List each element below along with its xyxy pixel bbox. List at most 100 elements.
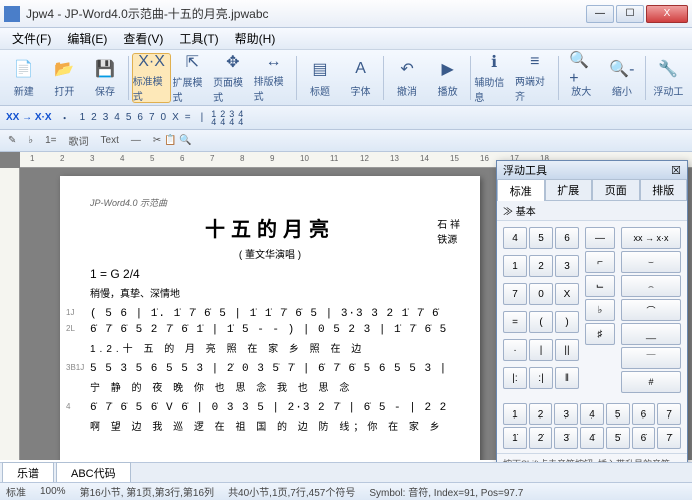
dotkey[interactable]: 1̣: [503, 403, 527, 425]
dotkey[interactable]: 4̇: [580, 427, 604, 449]
float-tool-panel[interactable]: 浮动工具 ☒ 标准扩展页面排版 ≫ 基本 45612370X=()·| |||:…: [496, 160, 688, 476]
rightkey[interactable]: ⌣: [621, 251, 681, 273]
score-page[interactable]: JP-Word4.0 示范曲 十五的月亮 ( 董文华演唱 ) 石 祥 铁源 1 …: [60, 176, 480, 460]
flat-icon[interactable]: ♭: [28, 135, 33, 146]
key-7[interactable]: 7: [503, 283, 527, 305]
score-line[interactable]: 5 5 3 5 6 5 5 3 | 2̇ 0 3 5̇ 7̇ | 6̇ 7̇ 6…: [90, 363, 450, 375]
rightkey[interactable]: ￣: [621, 347, 681, 369]
dotkey[interactable]: 1̇: [503, 427, 527, 449]
lyric-line[interactable]: 1.2.十 五 的 月 亮 照 在 家 乡 照 在 边: [90, 340, 450, 355]
tool-标准模式[interactable]: X·X标准模式: [132, 53, 172, 103]
dotkey[interactable]: 6̣: [632, 403, 656, 425]
rightkey[interactable]: __: [621, 323, 681, 345]
tool-字体[interactable]: A字体: [341, 53, 381, 103]
tool-放大[interactable]: 🔍+放大: [561, 53, 601, 103]
tool-新建[interactable]: 📄新建: [4, 53, 44, 103]
tool-辅助信息[interactable]: ℹ辅助信息: [474, 53, 514, 103]
dotkey[interactable]: 6̇: [632, 427, 656, 449]
dotkey[interactable]: 3̇: [554, 427, 578, 449]
sidekey[interactable]: ♯: [585, 323, 615, 345]
float-tab-扩展[interactable]: 扩展: [545, 179, 593, 201]
num-4[interactable]: 4: [112, 112, 122, 123]
menu-item[interactable]: 帮助(H): [227, 30, 284, 47]
dotkey[interactable]: 2̣: [529, 403, 553, 425]
tool-排版模式[interactable]: ↔排版模式: [254, 53, 294, 103]
num-=[interactable]: =: [183, 112, 193, 123]
menu-item[interactable]: 工具(T): [171, 30, 226, 47]
dotkey[interactable]: 2̇: [529, 427, 553, 449]
key-([interactable]: (: [529, 311, 553, 333]
timesig[interactable]: 14: [211, 110, 216, 126]
float-section-basic[interactable]: ≫ 基本: [497, 201, 687, 221]
tool-撤消[interactable]: ↶撤消: [387, 53, 427, 103]
tool-保存[interactable]: 💾保存: [85, 53, 125, 103]
tool-页面模式[interactable]: ✥页面模式: [213, 53, 253, 103]
num-1[interactable]: 1: [78, 112, 88, 123]
key-‖[interactable]: ‖: [555, 367, 579, 389]
dotkey[interactable]: 7̣: [657, 403, 681, 425]
dotkey[interactable]: 5̇: [606, 427, 630, 449]
dash-button[interactable]: —: [131, 135, 141, 146]
dotkey[interactable]: 7̇: [657, 427, 681, 449]
tool-标题[interactable]: ▤标题: [300, 53, 340, 103]
num-X[interactable]: X: [170, 112, 181, 123]
tool-播放[interactable]: ▶播放: [428, 53, 468, 103]
num-6[interactable]: 6: [135, 112, 145, 123]
timesig[interactable]: 34: [229, 110, 234, 126]
float-close-icon[interactable]: ☒: [671, 164, 681, 177]
close-button[interactable]: X: [646, 5, 688, 23]
tool-缩小[interactable]: 🔍-缩小: [602, 53, 642, 103]
key-·[interactable]: ·: [503, 339, 527, 361]
rightkey[interactable]: ⌢: [621, 275, 681, 297]
score-line[interactable]: ( 5 6 | 1̇. 1̇ 7̇ 6̇ 5 | 1̇ 1̇ 7̇ 6̇ 5 |…: [90, 308, 450, 320]
float-tab-标准[interactable]: 标准: [497, 179, 545, 201]
num-2[interactable]: 2: [89, 112, 99, 123]
rightkey[interactable]: xx → x·x: [621, 227, 681, 249]
menu-item[interactable]: 查看(V): [115, 30, 171, 47]
rightkey[interactable]: #: [621, 371, 681, 393]
key-X[interactable]: X: [555, 283, 579, 305]
key-3[interactable]: 3: [555, 255, 579, 277]
pen-icon[interactable]: ✎: [8, 135, 16, 146]
key-5[interactable]: 5: [529, 227, 553, 249]
key-)[interactable]: ): [555, 311, 579, 333]
menu-item[interactable]: 编辑(E): [59, 30, 115, 47]
key-4[interactable]: 4: [503, 227, 527, 249]
key-0[interactable]: 0: [529, 283, 553, 305]
float-tab-排版[interactable]: 排版: [640, 179, 688, 201]
lyric-combo[interactable]: 歌词: [69, 133, 89, 148]
key-6[interactable]: 6: [555, 227, 579, 249]
num-7[interactable]: 7: [147, 112, 157, 123]
tool-浮动工[interactable]: 🔧浮动工: [649, 53, 689, 103]
score-line[interactable]: 6̇ 7̇ 6̇ 5 2 7̇ 6̇ 1̇ | 1̇ 5 - - ) | 0 5…: [90, 324, 450, 336]
key-1[interactable]: 1: [503, 255, 527, 277]
lyric-line[interactable]: 啊 望 边 我 巡 逻 在 祖 国 的 边 防 线；你 在 家 乡 耕 耘 着 …: [90, 418, 450, 433]
timesig[interactable]: 44: [238, 110, 243, 126]
key-|:[interactable]: |:: [503, 367, 527, 389]
lyric-line[interactable]: 宁 静 的 夜 晚 你 也 思 念 我 也 思 念: [90, 379, 450, 394]
doc-tab-ABC代码[interactable]: ABC代码: [56, 462, 131, 483]
sidekey[interactable]: —: [585, 227, 615, 249]
menu-item[interactable]: 文件(F): [4, 30, 59, 47]
float-tab-页面[interactable]: 页面: [592, 179, 640, 201]
timesig[interactable]: 24: [220, 110, 225, 126]
num-3[interactable]: 3: [101, 112, 111, 123]
text-button[interactable]: Text: [101, 135, 119, 146]
dotkey[interactable]: 4̣: [580, 403, 604, 425]
key-label[interactable]: 1=: [45, 135, 56, 146]
sidekey[interactable]: ⌙: [585, 275, 615, 297]
dotkey[interactable]: 5̣: [606, 403, 630, 425]
rightkey[interactable]: ⌒: [621, 299, 681, 321]
max-button[interactable]: ☐: [616, 5, 644, 23]
key-||[interactable]: ||: [555, 339, 579, 361]
sidekey[interactable]: ♭: [585, 299, 615, 321]
tool-扩展模式[interactable]: ⇱扩展模式: [172, 53, 212, 103]
tool-打开[interactable]: 📂打开: [45, 53, 85, 103]
num-5[interactable]: 5: [124, 112, 134, 123]
key-=[interactable]: =: [503, 311, 527, 333]
num-0[interactable]: 0: [159, 112, 169, 123]
key-|[interactable]: |: [529, 339, 553, 361]
sidekey[interactable]: ⌐: [585, 251, 615, 273]
doc-tab-乐谱[interactable]: 乐谱: [2, 462, 54, 483]
score-line[interactable]: 6̇ 7̇ 6̇ 5 6̇ V 6̇ | 0 3 3 5 | 2·3 2 7̇ …: [90, 402, 450, 414]
